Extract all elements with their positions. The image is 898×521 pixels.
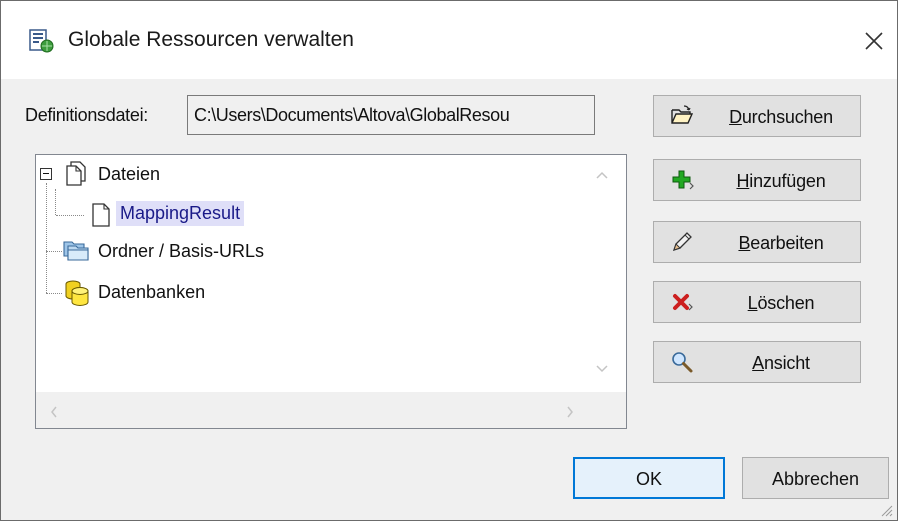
global-resources-icon (29, 29, 55, 53)
horizontal-scrollbar[interactable] (36, 392, 626, 428)
close-icon (865, 32, 883, 50)
dialog-window: Globale Ressourcen verwalten Definitions… (0, 0, 898, 521)
definition-file-path: C:\Users\Documents\Altova\GlobalResou (194, 105, 510, 125)
view-button[interactable]: Ansicht (653, 341, 861, 383)
browse-button-label: Durchsuchen (729, 107, 833, 127)
delete-icon (670, 290, 694, 314)
tree-connector (46, 293, 62, 294)
cancel-button-label: Abbrechen (771, 469, 860, 489)
cancel-button[interactable]: Abbrechen (742, 457, 889, 499)
delete-button[interactable]: Löschen (653, 281, 861, 323)
tree-connector (46, 251, 62, 252)
databases-icon (63, 279, 93, 312)
tree-item-datenbanken[interactable]: Datenbanken (98, 282, 205, 303)
ok-button[interactable]: OK (573, 457, 725, 499)
edit-button[interactable]: Bearbeiten (653, 221, 861, 263)
folders-icon (62, 238, 92, 269)
tree-connector (55, 189, 56, 215)
ok-button-label: OK (635, 469, 662, 489)
plus-icon (670, 168, 694, 192)
definition-file-label: Definitionsdatei: (25, 105, 148, 125)
edit-button-label: Bearbeiten (738, 233, 824, 253)
collapse-toggle[interactable] (40, 168, 52, 180)
tree-item-mappingresult[interactable]: MappingResult (116, 201, 245, 226)
browse-button[interactable]: Durchsuchen (653, 95, 861, 137)
resize-grip[interactable] (877, 501, 893, 517)
pencil-icon (670, 230, 694, 254)
tree-item-dateien[interactable]: Dateien (98, 164, 160, 185)
scroll-down-arrow[interactable] (594, 363, 610, 378)
magnifier-icon (670, 350, 694, 374)
view-button-label: Ansicht (752, 353, 810, 373)
open-folder-icon (670, 104, 694, 128)
scroll-up-arrow[interactable] (594, 169, 610, 184)
scroll-right-arrow[interactable] (564, 404, 576, 423)
file-icon (90, 202, 112, 233)
definition-file-field: C:\Users\Documents\Altova\GlobalResou (187, 95, 595, 135)
window-title: Globale Ressourcen verwalten (68, 28, 354, 51)
scroll-left-arrow[interactable] (48, 404, 60, 423)
delete-button-label: Löschen (747, 293, 815, 313)
add-button[interactable]: Hinzufügen (653, 159, 861, 201)
tree-connector (56, 215, 84, 216)
close-button[interactable] (856, 23, 892, 59)
files-icon (64, 161, 88, 192)
add-button-label: Hinzufügen (736, 171, 826, 191)
tree-connector (46, 183, 47, 293)
title-bar: Globale Ressourcen verwalten (1, 1, 897, 79)
resource-tree[interactable]: Dateien MappingResult Ordner / Basis-URL… (35, 154, 627, 429)
tree-item-ordner[interactable]: Ordner / Basis-URLs (98, 241, 264, 262)
